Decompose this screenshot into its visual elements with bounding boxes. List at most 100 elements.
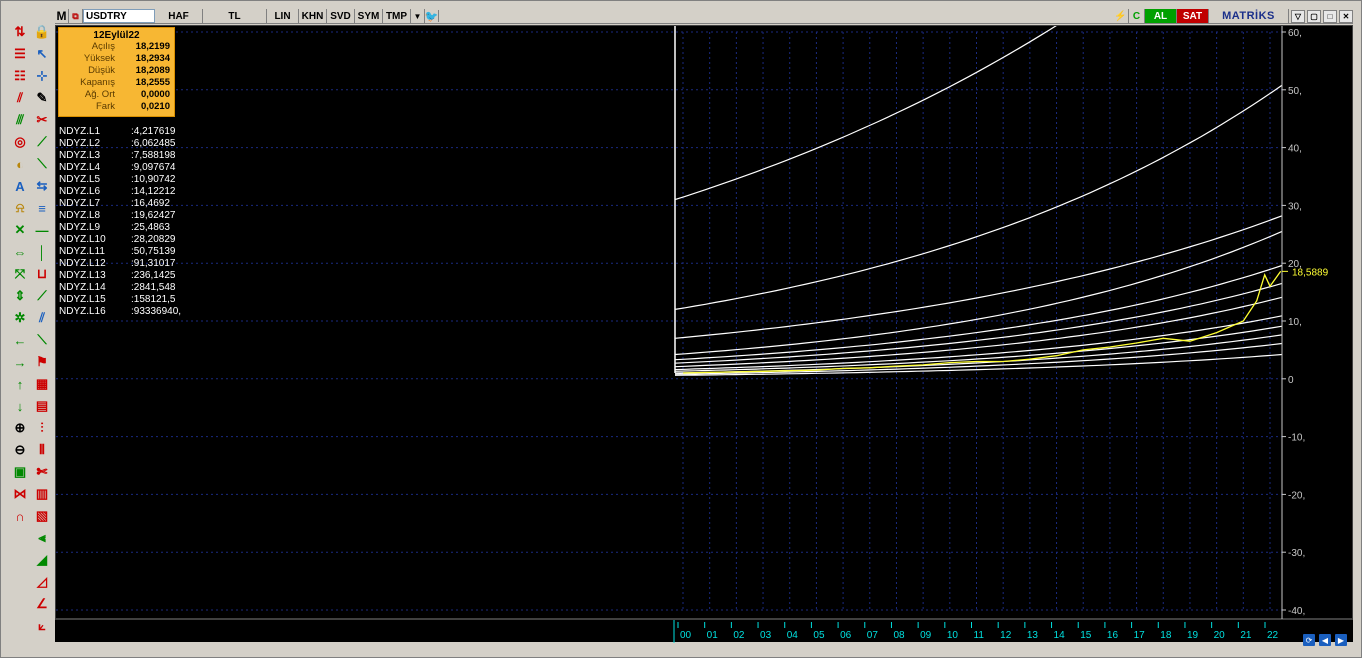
bars-tool-icon[interactable]: ⦀ [33,441,51,459]
chart-canvas[interactable]: 60,50,40,30,20,10,0-10,-20,-30,-40,18,58… [56,26,1354,620]
line-chart-tool-icon[interactable]: ☷ [11,67,29,85]
sector-tool-icon[interactable]: ◢ [33,551,51,569]
horizontal-line-icon[interactable]: — [33,221,51,239]
lightning-icon[interactable]: ⚡ [1113,9,1129,23]
scroll-left-icon[interactable]: ◀ [1319,634,1331,646]
price-chart[interactable]: 60, 50, 40, 30, 20, 10, 0 -10, -20, -30, -40, 18,58… [55,25,1354,620]
table-tool-icon[interactable]: ▥ [33,485,51,503]
scissors-icon[interactable]: ✂ [33,111,51,129]
channel-tool-icon[interactable]: ⫻ [11,111,29,129]
vertical-line-icon[interactable]: │ [33,243,51,261]
tmp-button[interactable]: TMP [383,9,411,23]
pencil-icon[interactable]: ✎ [33,89,51,107]
twitter-icon[interactable]: 🐦 [425,10,439,23]
fan-tool-icon[interactable]: ⟋ [33,133,51,151]
info-row-low: Düşük 18,2089 [63,65,170,77]
cycle-tool-icon[interactable]: ◎ [11,133,29,151]
brand-logo: MATRİKS [1209,9,1289,23]
arrow-up-icon[interactable]: ↑ [11,375,29,393]
cut-tool-icon[interactable]: ✄ [33,463,51,481]
x-tick-label: 00 [680,630,692,641]
expand-icon[interactable]: ⤧ [11,265,29,283]
arrow-right-icon[interactable]: → [11,353,29,371]
arrow-left-right-icon[interactable]: ⇆ [33,177,51,195]
level-name: NDYZ.L6 [59,186,101,197]
x-tick-label: 20 [1214,630,1226,641]
magnet-icon[interactable]: ∩ [11,507,29,525]
level-name: NDYZ.L2 [59,138,101,149]
y-tick-label: -40, [1288,606,1305,617]
trendline-tool-icon[interactable]: ⫽ [11,89,29,107]
ray-tool-icon[interactable]: ⟍ [33,155,51,173]
x-tick-label: 21 [1240,630,1252,641]
bell-icon[interactable]: ⍾ [11,199,29,217]
grid-tool-icon[interactable]: ▦ [33,375,51,393]
star-tool-icon[interactable]: ✲ [11,309,29,327]
vertical-arrows-icon[interactable]: ⇕ [11,287,29,305]
parallel-lines-icon[interactable]: ⫽ [33,309,51,327]
chart-nav-controls: ⟳ ◀ ▶ [1303,630,1353,650]
time-axis-canvas: 00 01 02 03 04 05 06 07 08 09 10 11 12 13 14 15 16 17 18 19… [673,620,1279,643]
arrow-down-icon[interactable]: ↓ [11,397,29,415]
dropdown-arrow-icon[interactable]: ▼ [411,9,425,23]
info-value: 18,2555 [135,77,170,88]
crosshair-icon[interactable]: ⊹ [33,67,51,85]
info-value: 18,2934 [135,53,170,64]
pattern-tool-icon[interactable]: ▤ [33,397,51,415]
zoom-out-icon[interactable]: ⊖ [11,441,29,459]
level-value: :25,4863 [131,222,170,233]
level-row: NDYZ.L14:2841,548 [59,282,181,294]
gann-tool-icon[interactable]: ⟀ [33,617,51,635]
wedge-tool-icon[interactable]: ◿ [33,573,51,591]
horizontal-arrows-icon[interactable]: ⇔ [11,243,29,261]
zoom-in-icon[interactable]: ⊕ [11,419,29,437]
level-row: NDYZ.L15:158121,5 [59,294,181,306]
arrow-left-icon[interactable]: ← [11,331,29,349]
flag-icon[interactable]: ⚑ [33,353,51,371]
angle-tool-icon[interactable]: ∠ [33,595,51,613]
ellipse-tool-icon[interactable]: ◐ [11,155,29,173]
scroll-right-icon[interactable]: ▶ [1335,634,1347,646]
maximize-icon[interactable]: □ [1323,9,1337,23]
frame-tool-icon[interactable]: ▣ [11,463,29,481]
x-tick-label: 07 [867,630,879,641]
equal-lines-icon[interactable]: ≡ [33,199,51,217]
layout-tool-icon[interactable]: ▧ [33,507,51,525]
restore-icon[interactable]: ▢ [1307,9,1321,23]
refresh-icon[interactable]: C [1129,9,1145,23]
bowtie-tool-icon[interactable]: ⋈ [11,485,29,503]
diagonal-tool-icon[interactable]: ⟍ [33,331,51,349]
symbol-input[interactable]: USDTRY [83,9,155,23]
sym-button[interactable]: SYM [355,9,383,23]
level-row: NDYZ.L11:50,75139 [59,246,181,258]
text-tool-icon[interactable]: A [11,177,29,195]
time-axis[interactable]: 00 01 02 03 04 05 06 07 08 09 10 11 12 13 14 15 16 17 18 19… [55,619,1353,643]
y-tick-label: 60, [1288,28,1302,39]
khn-button[interactable]: KHN [299,9,327,23]
app-window: M ⧉ USDTRY HAF TL LIN KHN SVD SYM TMP ▼ … [0,0,1362,658]
candlestick-tool-icon[interactable]: ⇅ [11,23,29,41]
close-icon[interactable]: ✕ [1339,9,1353,23]
svd-button[interactable]: SVD [327,9,355,23]
lock-icon[interactable]: 🔒 [33,23,51,41]
sync-icon[interactable]: ⟳ [1303,634,1315,646]
haf-button[interactable]: HAF [155,9,203,23]
sell-button[interactable]: SAT [1177,9,1209,23]
ohlc-info-panel: 12Eylül22 Açılış 18,2199 Yüksek 18,2934 Dü… [58,27,175,117]
cross-tool-icon[interactable]: ✕ [11,221,29,239]
symbol-icon[interactable]: ⧉ [69,9,83,23]
buy-button[interactable]: AL [1145,9,1177,23]
minimize-icon[interactable]: ▽ [1291,9,1305,23]
bar-chart-tool-icon[interactable]: ☰ [11,45,29,63]
x-tick-label: 12 [1000,630,1012,641]
fib-tool-icon[interactable]: ⫶ [33,419,51,437]
brush-icon[interactable]: ⟋ [33,287,51,305]
magnet-tool-icon[interactable]: ⊔ [33,265,51,283]
y-tick-label: 10, [1288,317,1302,328]
cascade-tool-icon[interactable]: ⫷ [33,529,51,547]
cursor-icon[interactable]: ↖ [33,45,51,63]
level-row: NDYZ.L16:93336940, [59,306,181,318]
lin-button[interactable]: LIN [267,9,299,23]
ndyz-curve [674,215,1283,339]
tl-button[interactable]: TL [203,9,267,23]
